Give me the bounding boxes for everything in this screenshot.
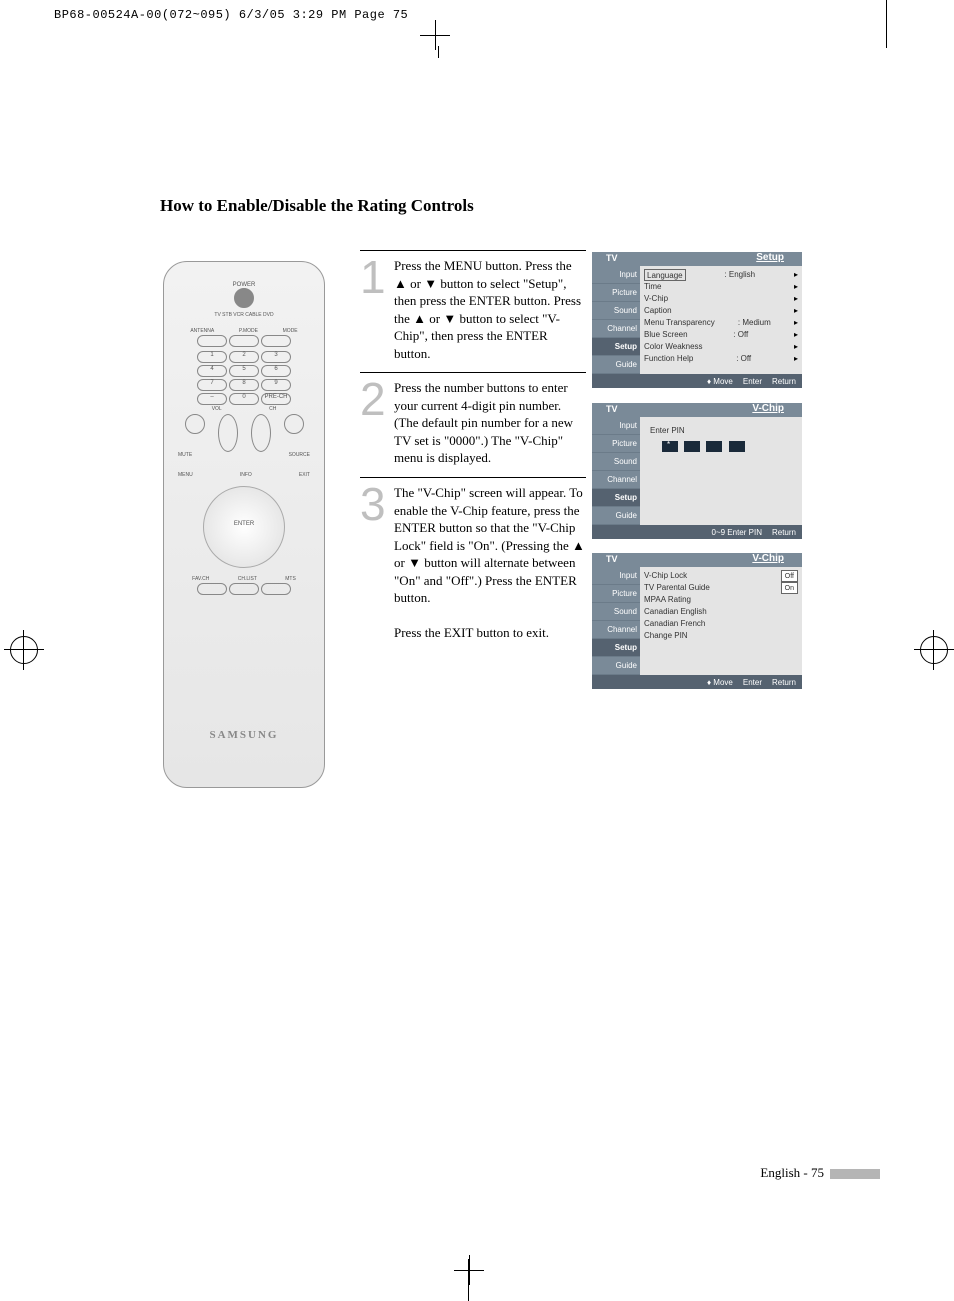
label-mute: MUTE (178, 452, 192, 458)
step-number: 1 (360, 257, 388, 362)
trim-line (886, 0, 887, 48)
cropmark-bottom (454, 1255, 484, 1285)
label-enter: ENTER (204, 521, 284, 527)
osd-sidebar: InputPictureSound ChannelSetupGuide (592, 567, 640, 675)
dpad-icon: ENTER (203, 486, 285, 568)
power-button-icon (234, 288, 254, 308)
step-3: 3 The "V-Chip" screen will appear. To en… (360, 478, 586, 652)
osd-main: Enter PIN * (640, 417, 802, 525)
step-number: 3 (360, 484, 388, 642)
mute-button-icon (185, 414, 205, 434)
brand-logo: SAMSUNG (164, 729, 324, 741)
osd-vchip: TVV-Chip InputPictureSound ChannelSetupG… (592, 553, 802, 689)
label-prech: PRE-CH (261, 393, 291, 405)
vol-rocker-icon (218, 414, 238, 452)
osd-main: Language: English▸ Time▸ V-Chip▸ Caption… (640, 266, 802, 374)
pin-digit (684, 441, 700, 452)
pin-digit (706, 441, 722, 452)
label-info: INFO (240, 472, 252, 478)
step-text: The "V-Chip" screen will appear. To enab… (394, 484, 586, 642)
label-source: SOURCE (289, 452, 310, 458)
ch-rocker-icon (251, 414, 271, 452)
steps-column: 1 Press the MENU button. Press the ▲ or … (360, 250, 586, 652)
osd-setup: TVSetup InputPictureSound ChannelSetupGu… (592, 252, 802, 388)
print-slug: BP68-00524A-00(072~095) 6/3/05 3:29 PM P… (54, 8, 408, 22)
label-menu: MENU (178, 472, 193, 478)
trim-line-2 (438, 46, 439, 58)
osd-enter-pin: TVV-Chip InputPictureSound ChannelSetupG… (592, 403, 802, 539)
osd-sidebar: InputPictureSound ChannelSetupGuide (592, 266, 640, 374)
label-ch: CH (269, 406, 276, 412)
step-text: Press the MENU button. Press the ▲ or ▼ … (394, 257, 586, 362)
enter-pin-label: Enter PIN (650, 426, 798, 435)
registration-mark-right (920, 636, 948, 664)
step-2: 2 Press the number buttons to enter your… (360, 373, 586, 478)
cropmark-top (420, 20, 450, 50)
remote-illustration: POWER TV STB VCR CABLE DVD ANTENNA P.MOD… (163, 261, 325, 788)
label-vol: VOL (212, 406, 222, 412)
label-modes: TV STB VCR CABLE DVD (164, 312, 324, 318)
osd-title: V-Chip (752, 403, 784, 414)
step-number: 2 (360, 379, 388, 467)
source-button-icon (284, 414, 304, 434)
page-title: How to Enable/Disable the Rating Control… (160, 196, 474, 216)
label-exit: EXIT (299, 472, 310, 478)
step-text: Press the number buttons to enter your c… (394, 379, 586, 467)
osd-title: Setup (756, 252, 784, 263)
page-footer: English - 75 (760, 1165, 880, 1181)
registration-mark-left (10, 636, 38, 664)
osd-sidebar: InputPictureSound ChannelSetupGuide (592, 417, 640, 525)
step-1: 1 Press the MENU button. Press the ▲ or … (360, 251, 586, 373)
pin-digit: * (662, 441, 678, 452)
pin-digit (729, 441, 745, 452)
osd-title: V-Chip (752, 553, 784, 564)
osd-main: V-Chip LockOff TV Parental GuideOn MPAA … (640, 567, 802, 675)
trim-line-bottom (468, 1259, 469, 1301)
